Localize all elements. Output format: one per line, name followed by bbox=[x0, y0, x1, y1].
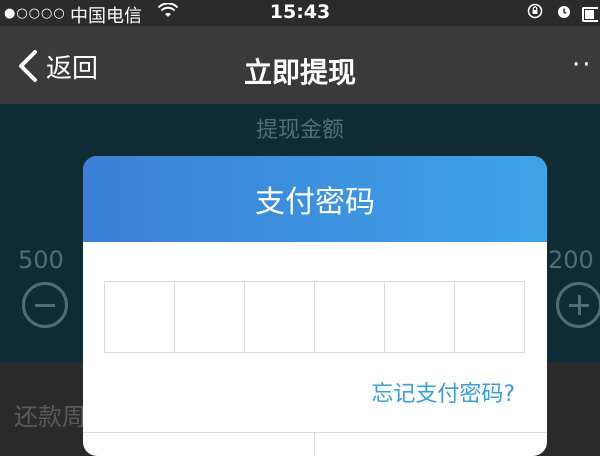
alarm-icon bbox=[556, 3, 572, 23]
forgot-password-link[interactable]: 忘记支付密码? bbox=[371, 376, 515, 408]
rotation-lock-icon bbox=[527, 3, 543, 23]
password-digit-box[interactable] bbox=[105, 282, 175, 352]
min-amount-label: 500 bbox=[18, 246, 64, 274]
navigation-bar: 返回 立即提现 ·· bbox=[0, 26, 600, 104]
payment-password-dialog: 支付密码 忘记支付密码? bbox=[83, 156, 547, 456]
status-time: 15:43 bbox=[269, 1, 331, 23]
decrease-amount-button[interactable] bbox=[22, 282, 68, 328]
status-bar: ●○○○○ 中国电信 15:43 bbox=[0, 0, 600, 27]
max-amount-label: 200 bbox=[548, 246, 594, 274]
increase-amount-button[interactable] bbox=[556, 282, 600, 328]
dialog-header: 支付密码 bbox=[83, 156, 547, 242]
page-title: 立即提现 bbox=[243, 56, 356, 89]
divider bbox=[83, 432, 547, 433]
amount-section-title: 提现金额 bbox=[255, 118, 344, 143]
password-digit-box[interactable] bbox=[385, 282, 455, 352]
password-digit-box[interactable] bbox=[315, 282, 385, 352]
password-digit-box[interactable] bbox=[175, 282, 245, 352]
battery-icon bbox=[582, 7, 598, 22]
dialog-title: 支付密码 bbox=[255, 185, 375, 220]
repayment-period-label: 还款周 bbox=[14, 403, 86, 431]
password-digit-box[interactable] bbox=[245, 282, 315, 352]
password-input[interactable] bbox=[104, 281, 525, 353]
more-icon[interactable]: ·· bbox=[572, 50, 593, 80]
password-digit-box[interactable] bbox=[455, 282, 524, 352]
divider bbox=[314, 432, 315, 456]
